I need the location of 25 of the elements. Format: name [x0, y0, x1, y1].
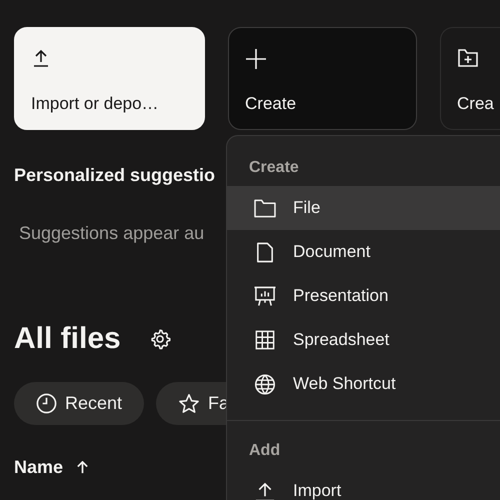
- menu-item[interactable]: File: [227, 186, 500, 230]
- menu-item[interactable]: Presentation: [227, 274, 500, 318]
- menu-heading: Add: [248, 441, 282, 461]
- sort-header[interactable]: Name: [14, 457, 90, 478]
- upload-icon: [31, 48, 51, 68]
- clock-icon: [36, 393, 57, 414]
- menu-item[interactable]: Document: [227, 230, 500, 274]
- menu-heading: Create: [248, 158, 300, 178]
- folder-icon: [253, 198, 277, 218]
- grid-icon: [253, 330, 277, 350]
- menu-item[interactable]: Spreadsheet: [227, 318, 500, 362]
- plus-icon: [245, 48, 267, 70]
- folder-plus-icon: [457, 48, 479, 68]
- star-icon: [178, 392, 200, 414]
- menu-item[interactable]: Import: [227, 469, 500, 500]
- presentation-icon: [253, 286, 277, 306]
- action-card[interactable]: Import or depo…: [14, 27, 205, 130]
- globe-icon: [253, 374, 277, 394]
- action-card[interactable]: Crea: [440, 27, 500, 130]
- action-card[interactable]: Create: [228, 27, 417, 130]
- settings-icon[interactable]: [148, 328, 171, 350]
- filter-chip[interactable]: Recent: [14, 382, 144, 425]
- section-heading: Personalized suggestio: [14, 165, 216, 186]
- suggestions-text: Suggestions appear au: [19, 223, 204, 244]
- page-title: All files: [14, 322, 121, 356]
